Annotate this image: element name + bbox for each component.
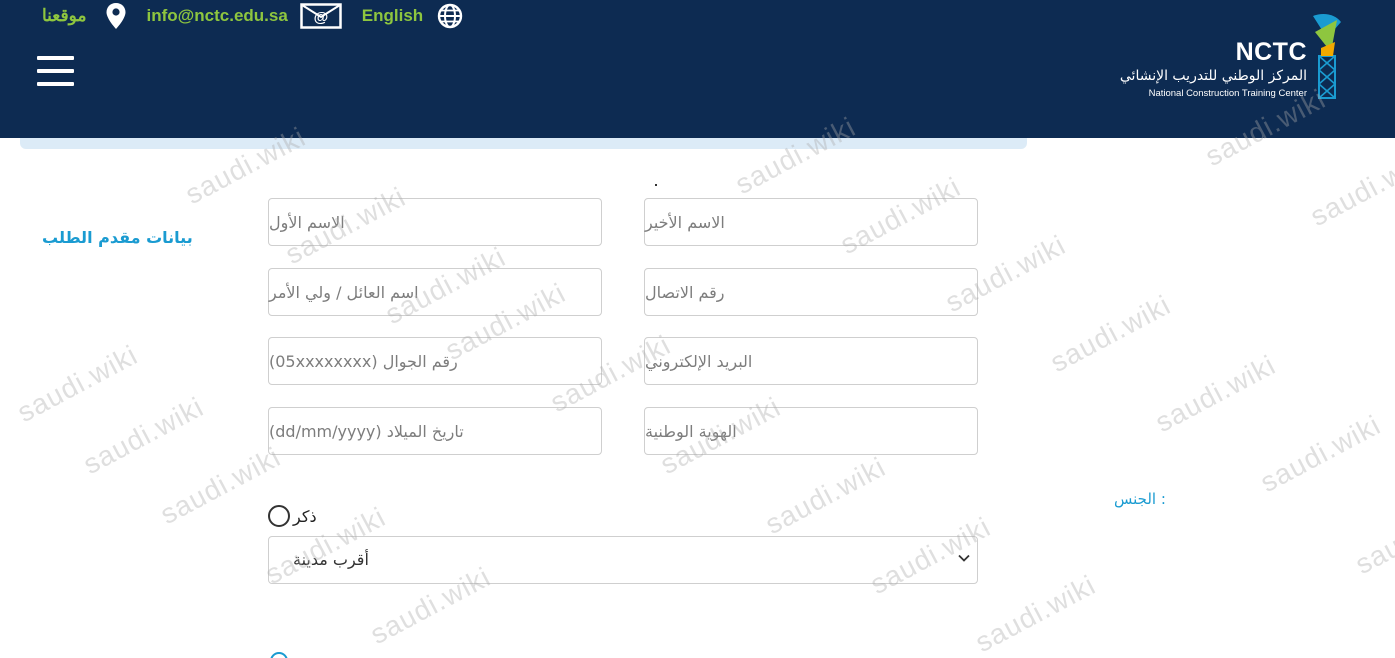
language-label: English [361, 6, 424, 25]
nearest-city-value: أقرب مدينة [293, 550, 369, 569]
watermark: saudi.wiki [1045, 289, 1176, 379]
watermark: saudi.wiki [1350, 491, 1395, 581]
gender-male-radio[interactable] [268, 505, 290, 527]
stray-dot [655, 184, 657, 186]
next-option-radio[interactable] [270, 652, 288, 658]
nctc-logo[interactable]: NCTC المركز الوطني للتدريب الإنشائي Nati… [1120, 12, 1345, 102]
email-address: info@nctc.edu.sa [146, 6, 288, 25]
mobile-input[interactable]: رقم الجوال (05xxxxxxxx) [268, 337, 602, 385]
phone-placeholder: رقم الاتصال [645, 282, 725, 302]
content-tab-strip [20, 138, 1027, 149]
logo-abbreviation: NCTC [1235, 38, 1307, 66]
national-id-input[interactable]: الهوية الوطنية [644, 407, 978, 455]
first-name-input[interactable]: الاسم الأول [268, 198, 602, 246]
logo-name-arabic: المركز الوطني للتدريب الإنشائي [1119, 68, 1307, 84]
logo-name-english: National Construction Training Center [1148, 88, 1307, 99]
watermark: saudi.wiki [970, 569, 1101, 658]
nearest-city-select[interactable]: أقرب مدينة [268, 536, 978, 584]
email-input[interactable]: البريد الإلكتروني [644, 337, 978, 385]
gender-male-label: ذكر [293, 506, 317, 526]
our-location-link[interactable]: موقعنا [42, 2, 127, 30]
watermark: saudi.wiki [1255, 409, 1386, 499]
gender-male-option[interactable]: ذكر [268, 505, 317, 527]
last-name-input[interactable]: الاسم الأخير [644, 198, 978, 246]
last-name-placeholder: الاسم الأخير [645, 212, 725, 232]
gender-label: : الجنس [1114, 490, 1166, 508]
watermark: saudi.wiki [760, 451, 891, 541]
national-id-placeholder: الهوية الوطنية [645, 421, 737, 441]
phone-input[interactable]: رقم الاتصال [644, 268, 978, 316]
map-pin-icon [105, 2, 127, 30]
first-name-placeholder: الاسم الأول [269, 212, 345, 232]
guardian-placeholder: اسم العائل / ولي الأمر [269, 282, 419, 302]
watermark: saudi.wiki [1305, 143, 1395, 233]
email-link[interactable]: info@nctc.edu.sa @ [147, 3, 342, 29]
language-switch[interactable]: English [362, 3, 463, 29]
chevron-down-icon [957, 551, 971, 569]
guardian-name-input[interactable]: اسم العائل / ولي الأمر [268, 268, 602, 316]
logo-emblem-icon [1313, 14, 1341, 99]
birthdate-input[interactable]: تاريخ الميلاد (dd/mm/yyyy) [268, 407, 602, 455]
section-title: بيانات مقدم الطلب [42, 228, 193, 247]
watermark: saudi.wiki [12, 339, 143, 429]
birthdate-placeholder: تاريخ الميلاد (dd/mm/yyyy) [269, 421, 464, 441]
watermark: saudi.wiki [155, 441, 286, 531]
mobile-placeholder: رقم الجوال (05xxxxxxxx) [269, 351, 458, 371]
our-location-label: موقعنا [42, 6, 87, 25]
envelope-at-icon: @ [300, 3, 342, 29]
globe-icon [437, 3, 463, 29]
site-header: موقعنا info@nctc.edu.sa @ English NCTC ا… [0, 0, 1395, 138]
svg-text:@: @ [313, 9, 328, 26]
watermark: saudi.wiki [1150, 349, 1281, 439]
watermark: saudi.wiki [78, 391, 209, 481]
top-contact-bar: موقعنا info@nctc.edu.sa @ English [42, 2, 463, 30]
menu-hamburger-icon[interactable] [37, 56, 75, 88]
email-placeholder: البريد الإلكتروني [645, 351, 753, 371]
